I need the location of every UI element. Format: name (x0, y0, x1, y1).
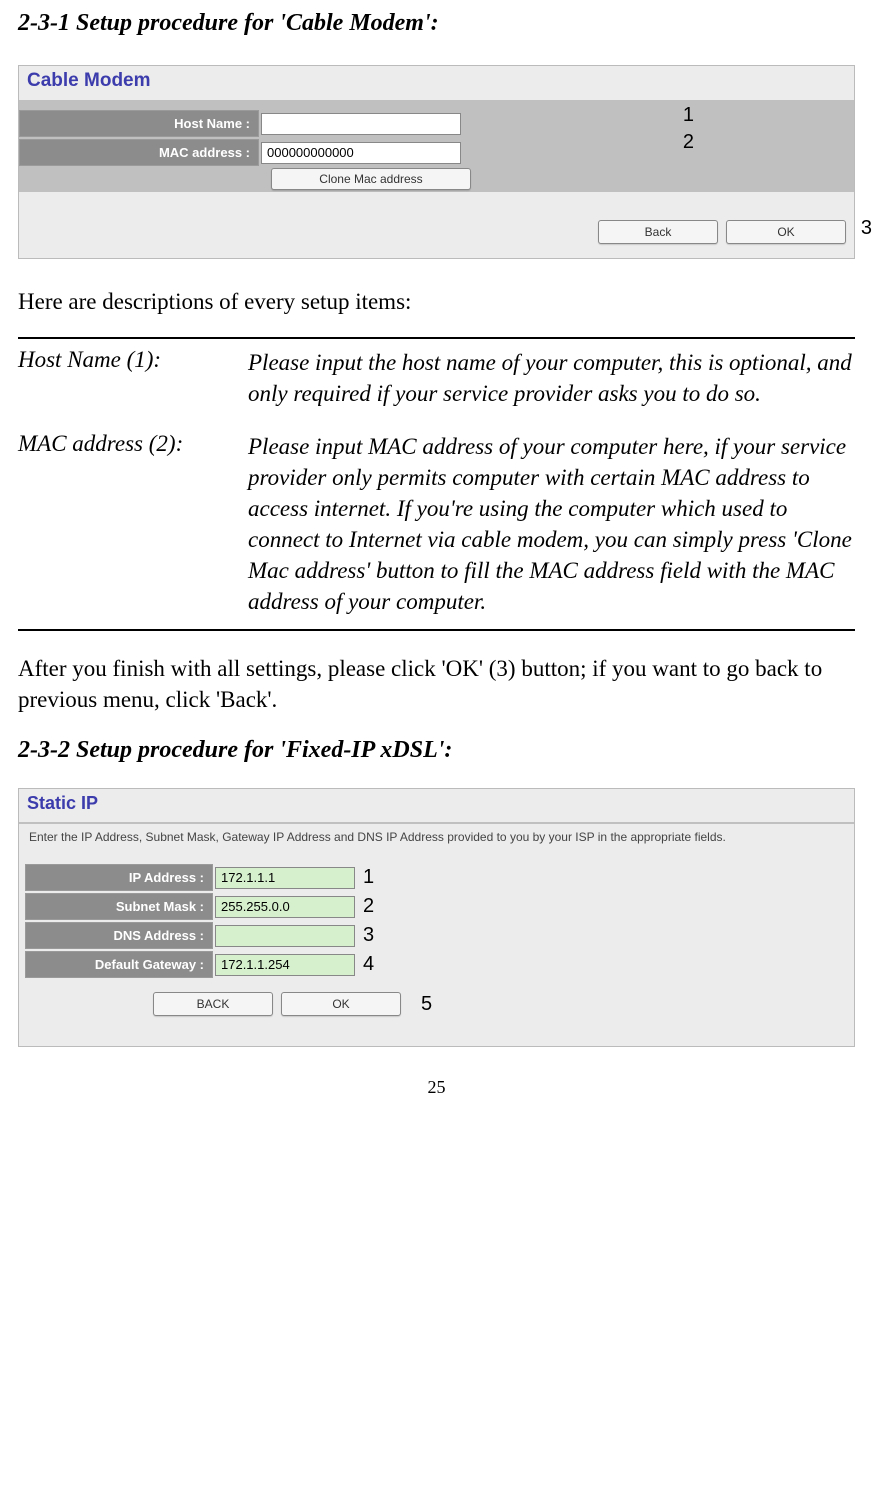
desc-mac-def: Please input MAC address of your compute… (248, 431, 855, 617)
clone-mac-button[interactable]: Clone Mac address (271, 168, 471, 190)
ip-address-label: IP Address : (25, 864, 213, 891)
desc-host-name-def: Please input the host name of your compu… (248, 347, 855, 409)
static-ip-heading: Static IP (19, 789, 854, 824)
callout-s5: 5 (421, 993, 432, 1016)
callout-s2: 2 (363, 895, 374, 918)
cable-modem-heading: Cable Modem (19, 66, 854, 102)
ok-button[interactable]: OK (726, 220, 846, 244)
static-back-button[interactable]: BACK (153, 992, 273, 1016)
callout-s3: 3 (363, 924, 374, 947)
default-gateway-input[interactable] (215, 954, 355, 976)
callout-2: 2 (683, 131, 694, 154)
desc-mac-term: MAC address (2): (18, 431, 248, 617)
dns-address-input[interactable] (215, 925, 355, 947)
subnet-mask-input[interactable] (215, 896, 355, 918)
static-ip-form: IP Address : 1 Subnet Mask : 2 DNS Addre… (19, 856, 854, 1046)
default-gateway-label: Default Gateway : (25, 951, 213, 978)
cable-modem-form: Host Name : MAC address : Clone Mac addr… (19, 102, 854, 192)
callout-s4: 4 (363, 953, 374, 976)
subnet-mask-label: Subnet Mask : (25, 893, 213, 920)
callout-s1: 1 (363, 866, 374, 889)
static-ok-button[interactable]: OK (281, 992, 401, 1016)
section-1-title: 2-3-1 Setup procedure for 'Cable Modem': (18, 10, 855, 37)
descriptions-table: Host Name (1): Please input the host nam… (18, 337, 855, 631)
static-ip-panel: Static IP Enter the IP Address, Subnet M… (18, 788, 855, 1047)
static-ip-desc: Enter the IP Address, Subnet Mask, Gatew… (19, 824, 854, 856)
descriptions-intro: Here are descriptions of every setup ite… (18, 289, 855, 315)
dns-address-label: DNS Address : (25, 922, 213, 949)
mac-address-label: MAC address : (19, 139, 259, 166)
section-2-title: 2-3-2 Setup procedure for 'Fixed-IP xDSL… (18, 737, 855, 764)
page-number: 25 (18, 1077, 855, 1098)
callout-1: 1 (683, 104, 694, 127)
host-name-input[interactable] (261, 113, 461, 135)
back-button[interactable]: Back (598, 220, 718, 244)
host-name-label: Host Name : (19, 110, 259, 137)
ip-address-input[interactable] (215, 867, 355, 889)
callout-3: 3 (861, 217, 872, 240)
mac-address-input[interactable] (261, 142, 461, 164)
after-text: After you finish with all settings, plea… (18, 653, 855, 715)
desc-host-name-term: Host Name (1): (18, 347, 248, 409)
cable-modem-panel: Cable Modem Host Name : MAC address : Cl… (18, 65, 855, 259)
